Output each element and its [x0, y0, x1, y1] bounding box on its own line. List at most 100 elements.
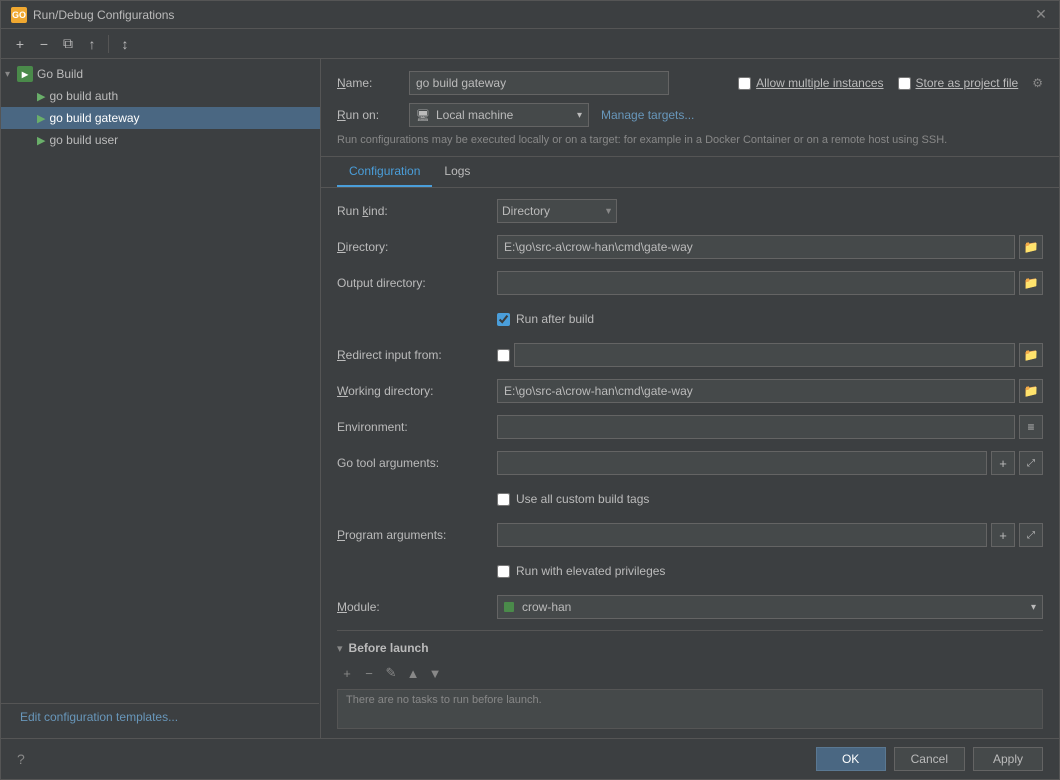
- sidebar: ▾ ▶ Go Build ▶ go build auth ▶ go build …: [1, 59, 321, 738]
- sidebar-item-go-build-gateway[interactable]: ▶ go build gateway: [1, 107, 320, 129]
- directory-browse-button[interactable]: 📁: [1019, 235, 1043, 259]
- tab-logs[interactable]: Logs: [432, 157, 482, 187]
- before-launch-up-button[interactable]: ▲: [403, 663, 423, 683]
- tab-configuration[interactable]: Configuration: [337, 157, 432, 187]
- environment-input[interactable]: [497, 415, 1015, 439]
- run-on-row: Run on: 🖥 Local machine ▾ Manage targets…: [337, 103, 1043, 127]
- name-input[interactable]: [409, 71, 669, 95]
- run-after-build-label: Run after build: [516, 312, 594, 326]
- environment-edit-button[interactable]: ≡: [1019, 415, 1043, 439]
- redirect-input-checkbox[interactable]: [497, 349, 510, 362]
- run-kind-control: Directory File Package ▾: [497, 199, 1043, 223]
- sidebar-item-go-build-auth[interactable]: ▶ go build auth: [1, 85, 320, 107]
- store-gear-icon[interactable]: ⚙: [1032, 76, 1043, 90]
- output-dir-label: Output directory:: [337, 276, 497, 290]
- working-dir-browse-button[interactable]: 📁: [1019, 379, 1043, 403]
- directory-row: Directory: 📁: [337, 234, 1043, 260]
- dialog-footer: ? OK Cancel Apply: [1, 738, 1059, 779]
- go-tool-args-row: Go tool arguments: + ⤢: [337, 450, 1043, 476]
- sidebar-item-label: go build gateway: [49, 111, 139, 125]
- environment-control: ≡: [497, 415, 1043, 439]
- group-label: Go Build: [37, 67, 83, 81]
- allow-multiple-checkbox[interactable]: [738, 77, 751, 90]
- program-args-input[interactable]: [497, 523, 987, 547]
- before-launch-remove-button[interactable]: −: [359, 663, 379, 683]
- working-dir-input[interactable]: [497, 379, 1015, 403]
- program-args-add-button[interactable]: +: [991, 523, 1015, 547]
- run-kind-select[interactable]: Directory File Package: [497, 199, 617, 223]
- run-after-build-checkbox[interactable]: [497, 313, 510, 326]
- config-body: Run kind: Directory File Package ▾: [321, 188, 1059, 738]
- redirect-browse-button[interactable]: 📁: [1019, 343, 1043, 367]
- allow-multiple-label[interactable]: Allow multiple instances: [738, 76, 883, 90]
- before-launch-arrow-icon: ▾: [337, 642, 343, 655]
- redirect-input-row: Redirect input from: 📁: [337, 342, 1043, 368]
- redirect-input-field[interactable]: [514, 343, 1015, 367]
- working-dir-row: Working directory: 📁: [337, 378, 1043, 404]
- go-tool-args-expand-button[interactable]: ⤢: [1019, 451, 1043, 475]
- help-icon[interactable]: ?: [17, 751, 25, 767]
- run-on-dropdown[interactable]: 🖥 Local machine ▾: [409, 103, 589, 127]
- go-tool-args-control: + ⤢: [497, 451, 1043, 475]
- manage-targets-link[interactable]: Manage targets...: [601, 108, 694, 122]
- name-label: Name:: [337, 76, 397, 90]
- remove-configuration-button[interactable]: −: [33, 33, 55, 55]
- run-elevated-checkbox-row: Run with elevated privileges: [497, 564, 665, 578]
- module-color-dot: [504, 602, 514, 612]
- apply-button[interactable]: Apply: [973, 747, 1043, 771]
- go-tool-args-input[interactable]: [497, 451, 987, 475]
- module-row: Module: crow-han ▾: [337, 594, 1043, 620]
- sidebar-group-go-build[interactable]: ▾ ▶ Go Build: [1, 63, 320, 85]
- before-launch-add-button[interactable]: +: [337, 663, 357, 683]
- redirect-input-control: 📁: [497, 343, 1043, 367]
- add-configuration-button[interactable]: +: [9, 33, 31, 55]
- sidebar-item-label: go build auth: [49, 89, 118, 103]
- custom-build-tags-control: Use all custom build tags: [497, 492, 1043, 506]
- config-header: Name: Allow multiple instances Store as …: [321, 59, 1059, 157]
- run-icon-gateway: ▶: [37, 112, 45, 125]
- run-after-build-row: Run after build: [337, 306, 1043, 332]
- before-launch-edit-button[interactable]: ✎: [381, 663, 401, 683]
- program-args-label: Program arguments:: [337, 528, 497, 542]
- output-dir-control: 📁: [497, 271, 1043, 295]
- cancel-button[interactable]: Cancel: [894, 747, 965, 771]
- working-dir-control: 📁: [497, 379, 1043, 403]
- working-dir-label: Working directory:: [337, 384, 497, 398]
- store-as-project-label[interactable]: Store as project file: [898, 76, 1019, 90]
- module-arrow-icon: ▾: [1031, 602, 1036, 613]
- environment-row: Environment: ≡: [337, 414, 1043, 440]
- run-on-label: Run on:: [337, 108, 397, 122]
- custom-build-tags-label: Use all custom build tags: [516, 492, 649, 506]
- run-elevated-control: Run with elevated privileges: [497, 564, 1043, 578]
- title-bar-left: GO Run/Debug Configurations: [11, 7, 174, 23]
- store-as-project-checkbox[interactable]: [898, 77, 911, 90]
- configurations-toolbar: + − ⧉ ↑ ↕: [1, 29, 1059, 59]
- before-launch-header[interactable]: ▾ Before launch: [337, 641, 1043, 655]
- go-tool-args-add-button[interactable]: +: [991, 451, 1015, 475]
- module-dropdown[interactable]: crow-han ▾: [497, 595, 1043, 619]
- copy-configuration-button[interactable]: ⧉: [57, 33, 79, 55]
- info-text: Run configurations may be executed local…: [337, 133, 1043, 148]
- environment-label: Environment:: [337, 420, 497, 434]
- local-machine-label: Local machine: [436, 108, 513, 122]
- directory-input[interactable]: [497, 235, 1015, 259]
- go-build-group-icon: ▶: [17, 66, 33, 82]
- ok-button[interactable]: OK: [816, 747, 886, 771]
- before-launch-toolbar: + − ✎ ▲ ▼: [337, 663, 1043, 683]
- before-launch-empty-text: There are no tasks to run before launch.: [346, 694, 542, 706]
- run-elevated-checkbox[interactable]: [497, 565, 510, 578]
- output-dir-browse-button[interactable]: 📁: [1019, 271, 1043, 295]
- edit-templates-link[interactable]: Edit configuration templates...: [10, 703, 188, 730]
- main-content: ▾ ▶ Go Build ▶ go build auth ▶ go build …: [1, 59, 1059, 738]
- close-button[interactable]: ✕: [1033, 7, 1049, 23]
- sort-button[interactable]: ↕: [114, 33, 136, 55]
- program-args-expand-button[interactable]: ⤢: [1019, 523, 1043, 547]
- output-dir-input[interactable]: [497, 271, 1015, 295]
- before-launch-title: Before launch: [349, 641, 429, 655]
- section-divider: [337, 630, 1043, 631]
- tabs-row: Configuration Logs: [321, 157, 1059, 188]
- custom-build-tags-checkbox[interactable]: [497, 493, 510, 506]
- sidebar-item-go-build-user[interactable]: ▶ go build user: [1, 129, 320, 151]
- before-launch-down-button[interactable]: ▼: [425, 663, 445, 683]
- move-configuration-button[interactable]: ↑: [81, 33, 103, 55]
